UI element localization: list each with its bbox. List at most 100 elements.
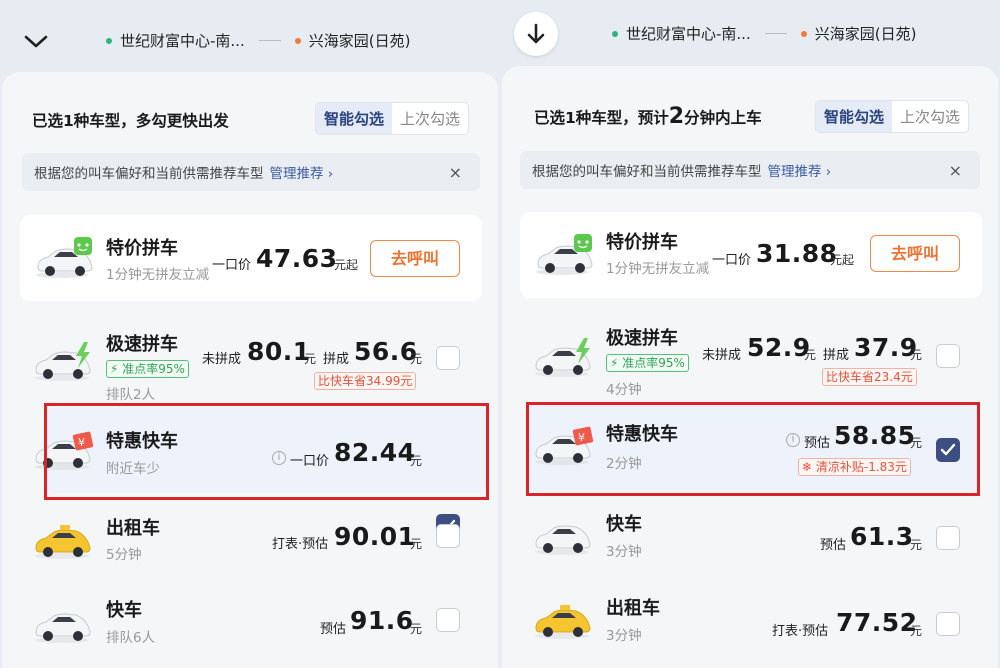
car-sub: 3分钟 xyxy=(606,544,642,560)
taxi-icon xyxy=(535,605,591,639)
highlight-box xyxy=(44,403,489,500)
destination-dot-icon xyxy=(800,30,807,37)
route-destination[interactable]: 兴海家园(日苑) xyxy=(309,30,411,51)
price-label: 预估 xyxy=(820,538,847,553)
price-unit: 元 xyxy=(910,538,923,552)
price-label: 预估 xyxy=(320,622,347,637)
car-express-carpool-icon xyxy=(35,342,91,381)
price-unit: 元 xyxy=(804,348,817,362)
featured-price: 47.63 xyxy=(256,244,338,273)
call-button[interactable]: 去呼叫 xyxy=(870,235,960,272)
featured-price-label: 一口价 xyxy=(212,258,252,273)
recommend-notice: 根据您的叫车偏好和当前供需推荐车型 管理推荐 › × xyxy=(22,153,480,191)
price: 61.3 xyxy=(850,522,914,551)
top-bar: 世纪财富中心-南... 兴海家园(日苑) xyxy=(500,0,1000,75)
top-bar: 世纪财富中心-南... 兴海家园(日苑) xyxy=(0,0,500,75)
price-unit: 元 xyxy=(910,624,923,638)
arrow-down-icon xyxy=(527,23,545,44)
car-express-icon xyxy=(535,525,591,555)
price: 90.01 xyxy=(334,522,416,551)
featured-price-unit: 元起 xyxy=(830,253,855,267)
list-item[interactable]: 极速拼车 ⚡ 准点率95% 排队2人 未拼成 80.1 元 拼成 56.6 元 … xyxy=(2,320,498,406)
route-destination[interactable]: 兴海家园(日苑) xyxy=(815,23,917,44)
car-sub: 3分钟 xyxy=(606,628,642,644)
notice-text: 根据您的叫车偏好和当前供需推荐车型 xyxy=(34,166,264,182)
selection-summary: 已选1种车型，预计2分钟内上车 xyxy=(534,104,762,129)
punctuality-badge: ⚡ 准点率95% xyxy=(606,354,689,372)
route-divider xyxy=(258,40,281,41)
car-name: 极速拼车 xyxy=(606,328,678,349)
chevron-down-icon[interactable] xyxy=(22,30,50,52)
price-unit: 元 xyxy=(304,352,317,366)
list-item[interactable]: 出租车 3分钟 打表·预估 77.52 元 xyxy=(502,580,998,664)
list-item[interactable]: 快车 排队6人 预估 91.6 元 xyxy=(2,584,498,668)
close-icon[interactable]: × xyxy=(449,163,462,182)
price-unit: 元 xyxy=(410,622,423,636)
price-unit: 元 xyxy=(410,352,423,366)
savings-badge: 比快车省23.4元 xyxy=(822,368,917,386)
taxi-icon xyxy=(35,525,91,559)
list-item[interactable]: 极速拼车 ⚡ 准点率95% 4分钟 未拼成 52.9 元 拼成 37.9 元 比… xyxy=(502,316,998,400)
featured-name: 特价拼车 xyxy=(106,238,178,259)
price-unit: 元 xyxy=(910,348,923,362)
price-label-unmatched: 未拼成 xyxy=(202,352,242,367)
origin-dot-icon xyxy=(106,37,112,44)
savings-badge: 比快车省34.99元 xyxy=(314,372,417,390)
featured-card[interactable]: 特价拼车 1分钟无拼友立减 一口价 31.88 元起 去呼叫 xyxy=(520,212,982,298)
eta-minutes: 2 xyxy=(668,104,685,129)
checkbox[interactable] xyxy=(436,524,460,548)
notice-text: 根据您的叫车偏好和当前供需推荐车型 xyxy=(532,164,762,180)
price-label-unmatched: 未拼成 xyxy=(702,348,742,363)
selection-summary: 已选1种车型，多勾更快出发 xyxy=(32,112,229,130)
list-item[interactable]: 快车 3分钟 预估 61.3 元 xyxy=(502,496,998,580)
origin-dot-icon xyxy=(612,30,618,37)
price-unmatched: 52.9 xyxy=(747,333,811,362)
checkbox[interactable] xyxy=(936,526,960,550)
manage-recommend-link[interactable]: 管理推荐 › xyxy=(768,160,832,180)
car-carpool-icon xyxy=(536,234,593,275)
car-carpool-icon xyxy=(36,237,93,278)
collapse-button[interactable] xyxy=(514,12,558,56)
featured-price-label: 一口价 xyxy=(712,253,752,268)
recommend-notice: 根据您的叫车偏好和当前供需推荐车型 管理推荐 › × xyxy=(520,151,980,189)
checkbox[interactable] xyxy=(936,612,960,636)
price-unit: 元 xyxy=(410,537,423,551)
selection-mode-tabs: 智能勾选 上次勾选 xyxy=(815,100,970,133)
route-origin[interactable]: 世纪财富中心-南... xyxy=(120,30,245,51)
route-origin[interactable]: 世纪财富中心-南... xyxy=(626,23,751,44)
car-sub: 排队6人 xyxy=(106,630,156,646)
tab-last-select[interactable]: 上次勾选 xyxy=(892,101,968,132)
car-sub: 排队2人 xyxy=(106,387,156,403)
featured-sub: 1分钟无拼友立减 xyxy=(106,267,210,283)
left-panel: 世纪财富中心-南... 兴海家园(日苑) 已选1种车型，多勾更快出发 智能勾选 … xyxy=(0,0,500,668)
checkbox[interactable] xyxy=(436,608,460,632)
price: 77.52 xyxy=(836,608,918,637)
price-label-matched: 拼成 xyxy=(823,348,850,363)
car-name: 极速拼车 xyxy=(106,334,178,355)
manage-recommend-link[interactable]: 管理推荐 › xyxy=(270,162,334,182)
tab-smart-select[interactable]: 智能勾选 xyxy=(816,101,893,132)
tab-smart-select[interactable]: 智能勾选 xyxy=(316,103,393,134)
list-item[interactable]: 出租车 5分钟 打表·预估 90.01 元 xyxy=(2,500,498,584)
summary-prefix: 已选1种车型，预计 xyxy=(534,109,669,127)
highlight-box xyxy=(526,402,980,496)
tab-last-select[interactable]: 上次勾选 xyxy=(392,103,468,134)
car-express-carpool-icon xyxy=(535,338,591,377)
route-divider xyxy=(764,33,787,34)
selection-mode-tabs: 智能勾选 上次勾选 xyxy=(315,102,470,135)
checkbox[interactable] xyxy=(936,344,960,368)
close-icon[interactable]: × xyxy=(949,161,962,180)
price-matched: 56.6 xyxy=(354,337,418,366)
featured-price: 31.88 xyxy=(756,239,838,268)
car-name: 快车 xyxy=(106,600,142,621)
call-button[interactable]: 去呼叫 xyxy=(370,240,460,277)
car-name: 快车 xyxy=(606,514,642,535)
featured-price-unit: 元起 xyxy=(334,258,359,272)
featured-card[interactable]: 特价拼车 1分钟无拼友立减 一口价 47.63 元起 去呼叫 xyxy=(20,215,482,301)
car-sub: 5分钟 xyxy=(106,547,142,563)
destination-dot-icon xyxy=(294,37,301,44)
car-express-icon xyxy=(35,613,91,643)
checkbox[interactable] xyxy=(436,346,460,370)
right-panel: 世纪财富中心-南... 兴海家园(日苑) 已选1种车型，预计2分钟内上车 智能勾… xyxy=(500,0,1000,668)
route-bar: 世纪财富中心-南... 兴海家园(日苑) xyxy=(612,23,916,44)
